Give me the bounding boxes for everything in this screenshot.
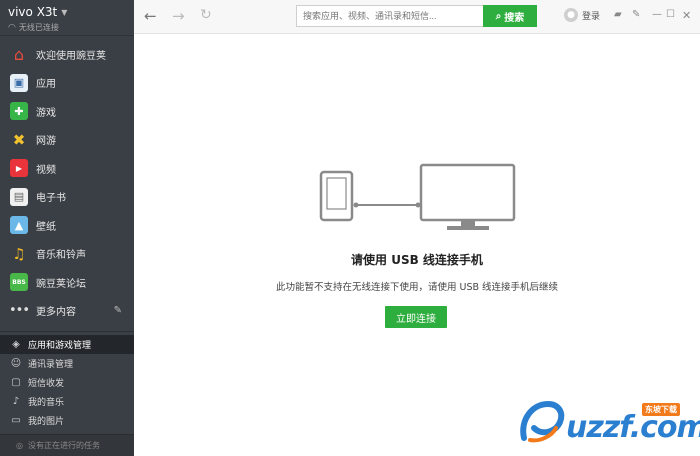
search-button[interactable]: ⌕ 搜索 xyxy=(483,5,537,27)
sidebar-item-music[interactable]: ♫ 音乐和铃声 xyxy=(0,240,134,269)
sidebar-item-app-management[interactable]: ◈ 应用和游戏管理 xyxy=(0,335,134,354)
sidebar-item-label: 短信收发 xyxy=(28,379,65,389)
sidebar-item-label: 更多内容 xyxy=(36,307,76,319)
sidebar-item-label: 我的图片 xyxy=(28,417,65,427)
sidebar-item-label: 通讯录管理 xyxy=(28,360,74,370)
wrench-icon[interactable]: ✎ xyxy=(114,305,122,316)
message-icon: ▢ xyxy=(11,377,21,388)
sidebar-item-my-pictures[interactable]: ▭ 我的图片 xyxy=(0,411,134,430)
picture-icon: ▭ xyxy=(11,415,21,426)
back-arrow-icon[interactable]: ← xyxy=(144,7,157,25)
monitor-icon xyxy=(419,163,516,222)
task-status-icon: ◎ xyxy=(16,441,23,450)
sidebar-item-label: 网游 xyxy=(36,136,56,148)
management-nav: ◈ 应用和游戏管理 ☺ 通讯录管理 ▢ 短信收发 ♪ 我的音乐 ▭ 我的图片 xyxy=(0,332,134,430)
app-icon: ▣ xyxy=(10,73,28,92)
phone-screen xyxy=(326,177,347,210)
login-label: 登录 xyxy=(582,11,601,22)
close-icon[interactable]: ✕ xyxy=(682,9,691,22)
sidebar-item-my-music[interactable]: ♪ 我的音乐 xyxy=(0,392,134,411)
description-text: 此功能暂不支持在无线连接下使用，请使用 USB 线连接手机后继续 xyxy=(275,282,559,293)
home-icon: ⌂ xyxy=(13,44,25,64)
contact-icon: ☺ xyxy=(10,358,22,369)
monitor-stand xyxy=(447,226,489,230)
monitor-neck xyxy=(461,221,475,226)
main-content: 请使用 USB 线连接手机 此功能暂不支持在无线连接下使用，请使用 USB 线连… xyxy=(134,35,700,456)
page-title: 请使用 USB 线连接手机 xyxy=(351,253,483,267)
maximize-icon[interactable]: ☐ xyxy=(666,9,675,20)
task-status-bar[interactable]: ◎ 没有正在进行的任务 xyxy=(0,434,134,456)
device-header[interactable]: vivo X3t ▼ ◠ 无线已连接 xyxy=(0,0,134,36)
forward-arrow-icon[interactable]: → xyxy=(172,7,185,25)
toolbar: ← → ↻ ⌕ 搜索 ● 登录 ▰ ✎ — ☐ ✕ xyxy=(134,0,700,34)
sidebar-item-apps[interactable]: ▣ 应用 xyxy=(0,69,134,98)
login-button[interactable]: ● 登录 xyxy=(564,8,600,22)
sidebar-item-label: 欢迎使用豌豆荚 xyxy=(36,50,106,62)
sidebar-item-label: 电子书 xyxy=(36,193,66,205)
music-icon: ♫ xyxy=(12,244,26,263)
usb-connection-illustration xyxy=(319,163,516,230)
video-icon: ▶ xyxy=(10,159,28,178)
sidebar-item-games[interactable]: ✚ 游戏 xyxy=(0,97,134,126)
device-status: ◠ 无线已连接 xyxy=(8,22,126,33)
refresh-icon[interactable]: ↻ xyxy=(200,7,212,23)
sidebar-item-label: 壁纸 xyxy=(36,221,56,233)
sidebar-item-online-games[interactable]: ✖ 网游 xyxy=(0,126,134,155)
connect-now-button[interactable]: 立即连接 xyxy=(385,306,447,328)
sidebar-item-label: 应用 xyxy=(36,79,56,91)
wrench-icon[interactable]: ✎ xyxy=(632,9,640,20)
more-icon: ••• xyxy=(9,303,30,319)
sidebar-nav: ⌂ 欢迎使用豌豆荚 ▣ 应用 ✚ 游戏 ✖ 网游 ▶ 视频 ▤ 电子书 ▲ 壁纸… xyxy=(0,36,134,325)
search-input[interactable] xyxy=(296,5,484,27)
sidebar-item-ebook[interactable]: ▤ 电子书 xyxy=(0,183,134,212)
task-status-label: 没有正在进行的任务 xyxy=(27,441,100,450)
wifi-icon: ◠ xyxy=(8,22,16,33)
sidebar-item-label: 游戏 xyxy=(36,107,56,119)
device-name[interactable]: vivo X3t ▼ xyxy=(8,5,126,19)
device-status-label: 无线已连接 xyxy=(18,23,59,32)
bbs-icon: BBS xyxy=(10,273,28,292)
book-icon: ▤ xyxy=(10,187,28,206)
gamepad-icon: ✚ xyxy=(10,102,28,121)
sidebar-item-wallpaper[interactable]: ▲ 壁纸 xyxy=(0,211,134,240)
sidebar-item-label: 应用和游戏管理 xyxy=(28,341,92,351)
sidebar-item-label: 音乐和铃声 xyxy=(36,250,86,262)
chevron-down-icon[interactable]: ▼ xyxy=(61,8,67,17)
sidebar-item-label: 视频 xyxy=(36,164,56,176)
sidebar-item-contacts[interactable]: ☺ 通讯录管理 xyxy=(0,354,134,373)
watermark: uzzf.com 东坡下载 xyxy=(518,398,700,446)
sidebar-item-welcome[interactable]: ⌂ 欢迎使用豌豆荚 xyxy=(0,40,134,69)
watermark-text: uzzf.com xyxy=(566,410,700,445)
sidebar-item-label: 我的音乐 xyxy=(28,398,65,408)
sidebar: vivo X3t ▼ ◠ 无线已连接 ⌂ 欢迎使用豌豆荚 ▣ 应用 ✚ 游戏 ✖… xyxy=(0,0,134,456)
watermark-logo-icon xyxy=(520,400,565,443)
watermark-badge: 东坡下载 xyxy=(642,403,680,416)
music-note-icon: ♪ xyxy=(12,396,20,407)
minimize-icon[interactable]: — xyxy=(652,9,662,20)
cube-icon: ◈ xyxy=(12,339,20,350)
wallpaper-icon: ▲ xyxy=(10,216,28,235)
device-name-label: vivo X3t xyxy=(8,5,58,19)
sidebar-item-more[interactable]: ••• 更多内容 ✎ xyxy=(0,297,134,326)
tools-icon: ✖ xyxy=(12,130,26,149)
search-button-label: 搜索 xyxy=(504,12,525,24)
sidebar-item-label: 豌豆荚论坛 xyxy=(36,278,86,290)
sidebar-item-messages[interactable]: ▢ 短信收发 xyxy=(0,373,134,392)
sidebar-item-video[interactable]: ▶ 视频 xyxy=(0,154,134,183)
search-icon: ⌕ xyxy=(495,10,502,22)
sidebar-item-forum[interactable]: BBS 豌豆荚论坛 xyxy=(0,268,134,297)
avatar-icon: ● xyxy=(564,8,578,22)
message-bubble-icon[interactable]: ▰ xyxy=(614,9,622,20)
